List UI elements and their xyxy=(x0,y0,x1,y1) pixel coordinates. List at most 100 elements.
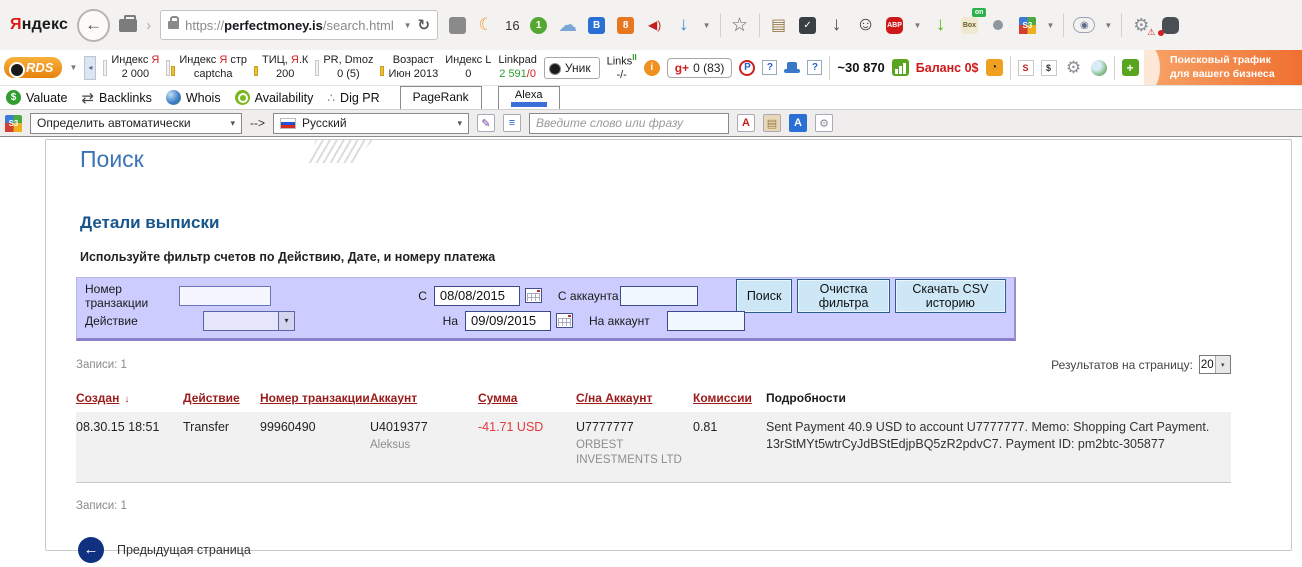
adblock-icon[interactable]: ABP xyxy=(885,14,905,36)
backlinks-tool[interactable]: ⇄Backlinks xyxy=(81,89,151,107)
reload-icon[interactable]: ↻ xyxy=(418,16,431,34)
unik-button[interactable]: Уник xyxy=(544,57,600,79)
adblock-dropdown-icon[interactable]: ▼ xyxy=(914,21,922,30)
rds-dropdown-icon[interactable]: ▼ xyxy=(69,63,77,72)
eye-dropdown-icon[interactable]: ▼ xyxy=(1104,21,1112,30)
text-lines-icon[interactable]: ≡ xyxy=(503,114,521,132)
header-details: Подробности xyxy=(766,391,1231,405)
cloud-icon[interactable]: ☁ xyxy=(558,14,578,36)
whois-tool[interactable]: Whois xyxy=(166,90,221,105)
yandex-logo[interactable]: Яндекс xyxy=(10,16,68,34)
rds-logo[interactable]: RDS xyxy=(4,57,62,78)
cell-action: Transfer xyxy=(183,419,260,436)
tx-number-input[interactable] xyxy=(179,286,271,306)
to-date-input[interactable] xyxy=(465,311,551,331)
gear-icon[interactable]: ⚙ xyxy=(1064,57,1084,79)
address-bar[interactable]: https://perfectmoney.is/search.html ▼ ↻ xyxy=(160,10,438,40)
to-date-label: На xyxy=(425,314,465,328)
calendar-icon[interactable] xyxy=(556,313,573,328)
wrench-tools-icon[interactable]: ⚙⚠ xyxy=(1131,14,1151,36)
to-account-input[interactable] xyxy=(667,311,745,331)
from-date-input[interactable] xyxy=(434,286,520,306)
valuate-tool[interactable]: $Valuate xyxy=(6,90,67,105)
previous-page-link[interactable]: ← Предыдущая страница xyxy=(78,537,1291,563)
green-status-icon[interactable]: 1 xyxy=(529,14,549,36)
target-language-select[interactable]: Русский▾ xyxy=(273,113,469,134)
cell-details: Sent Payment 40.9 USD to account U777777… xyxy=(766,419,1231,453)
header-amount[interactable]: Сумма xyxy=(478,391,576,405)
per-page-label: Результатов на страницу: xyxy=(1051,358,1193,372)
s3-translator-icon[interactable]: S3 xyxy=(5,115,22,132)
search-button[interactable]: Поиск xyxy=(736,279,793,313)
pocket-icon[interactable]: ✓ xyxy=(798,14,818,36)
header-fee[interactable]: Комиссии xyxy=(693,391,766,405)
download-blue-icon[interactable]: ↓ xyxy=(674,14,694,36)
metric-links[interactable]: LinksII -/- xyxy=(607,53,637,82)
s3-translator-icon[interactable]: S3 xyxy=(1017,14,1037,36)
speaker-icon[interactable]: ◀) xyxy=(645,14,665,36)
previous-page-icon[interactable]: ← xyxy=(78,537,104,563)
nut-settings-icon[interactable] xyxy=(988,14,1008,36)
b-extension-icon[interactable]: B xyxy=(587,14,607,36)
metric-tic[interactable]: ТИЦ, Я.К200 xyxy=(254,54,308,80)
moon-icon[interactable]: ☾ xyxy=(476,14,496,36)
metric-age[interactable]: ВозрастИюн 2013 xyxy=(380,54,438,80)
metric-yandex-page-index[interactable]: Индекс Я стрcaptcha xyxy=(166,54,247,80)
p-service-icon[interactable]: P xyxy=(739,60,755,76)
header-account[interactable]: Аккаунт xyxy=(370,391,478,405)
eight-extension-icon[interactable]: 8 xyxy=(616,14,636,36)
bookmark-star-icon[interactable]: ☆ xyxy=(730,14,750,36)
download-dropdown-icon[interactable]: ▼ xyxy=(703,21,711,30)
download-csv-button[interactable]: Скачать CSV историю xyxy=(895,279,1006,313)
site-identity-icon[interactable] xyxy=(119,19,137,32)
header-action[interactable]: Действие xyxy=(183,391,260,405)
elephant-icon[interactable] xyxy=(1160,14,1180,36)
rds-balance-icon[interactable]: ◔ xyxy=(986,59,1003,76)
info-icon[interactable]: i xyxy=(644,60,660,76)
eye-bubble-icon[interactable]: ◉ xyxy=(1073,17,1095,33)
help-button[interactable]: ? xyxy=(762,60,777,75)
translate-page-icon[interactable]: ✎ xyxy=(477,114,495,132)
metric-linkpad[interactable]: Linkpad2 591/0 xyxy=(498,54,537,80)
url-dropdown-icon[interactable]: ▼ xyxy=(404,21,412,30)
smiley-icon[interactable]: ☺ xyxy=(856,14,876,36)
header-counter-account[interactable]: С/на Аккаунт xyxy=(576,391,693,405)
source-language-select[interactable]: Определить автоматически▾ xyxy=(30,113,242,134)
metric-yandex-index[interactable]: Индекс Я2 000 xyxy=(103,54,159,80)
metric-pr-dmoz[interactable]: PR, Dmoz0 (5) xyxy=(315,54,373,80)
download-green-icon[interactable]: ↓ xyxy=(930,14,950,36)
clipboard-icon[interactable]: ▤ xyxy=(769,14,789,36)
promo-banner[interactable]: Поисковый трафикдля вашего бизнеса xyxy=(1144,50,1302,85)
traffic-chart-icon[interactable] xyxy=(892,59,909,76)
puzzle-icon[interactable]: + xyxy=(1122,59,1139,76)
per-page-select[interactable]: 20▾ xyxy=(1199,355,1231,374)
sape-dollar-icon[interactable]: $ xyxy=(1041,60,1057,76)
translate-settings-icon[interactable]: ⚙ xyxy=(815,114,833,132)
metric-index-l[interactable]: Индекс L0 xyxy=(445,54,491,80)
alexa-box[interactable]: Alexa xyxy=(498,86,560,109)
calendar-icon[interactable] xyxy=(525,288,542,303)
globe-icon[interactable] xyxy=(1091,60,1107,76)
help-button-2[interactable]: ? xyxy=(807,60,822,75)
header-tx-number[interactable]: Номер транзакции xyxy=(260,391,370,405)
dig-pr-tool[interactable]: ∴Dig PR xyxy=(327,91,379,105)
action-select[interactable]: ▾ xyxy=(203,311,295,331)
box-extension-icon[interactable]: Box on xyxy=(959,14,979,36)
download-dark-icon[interactable]: ↓ xyxy=(827,14,847,36)
s3-dropdown-icon[interactable]: ▼ xyxy=(1046,21,1054,30)
clipboard-icon[interactable]: ▤ xyxy=(763,114,781,132)
key-folder-icon[interactable] xyxy=(447,14,467,36)
clear-filter-button[interactable]: Очистка фильтра xyxy=(797,279,889,313)
back-button[interactable]: ← xyxy=(77,9,110,42)
pagerank-box[interactable]: PageRank xyxy=(400,86,482,109)
url-text[interactable]: https://perfectmoney.is/search.html xyxy=(185,18,394,33)
collapse-handle-icon[interactable]: ◂ xyxy=(84,56,96,80)
gplus-counter-button[interactable]: g+0 (83) xyxy=(667,58,733,78)
translate-input[interactable] xyxy=(529,113,729,134)
header-created[interactable]: Создан↓ xyxy=(76,391,183,405)
sape-icon[interactable]: S xyxy=(1018,60,1034,76)
webmaster-hat-icon[interactable] xyxy=(784,62,800,73)
availability-tool[interactable]: Availability xyxy=(235,90,314,105)
from-account-input[interactable] xyxy=(620,286,698,306)
translate-ball-icon[interactable]: А xyxy=(789,114,807,132)
